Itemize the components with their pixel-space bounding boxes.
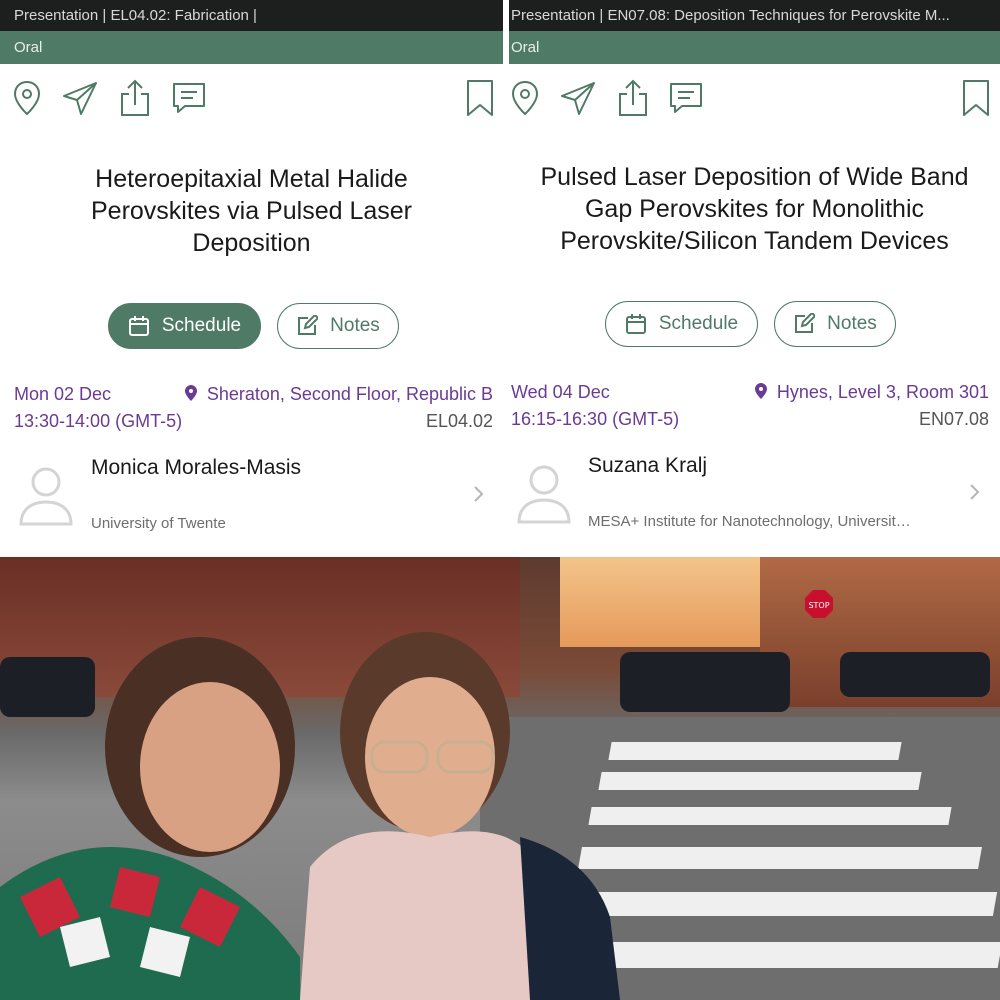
send-icon[interactable]	[62, 78, 98, 118]
session-date: Mon 02 Dec	[14, 384, 112, 404]
notes-label: Notes	[827, 313, 877, 334]
location-pin-icon	[754, 383, 767, 399]
share-icon[interactable]	[117, 78, 153, 118]
session-date: Wed 04 Dec	[511, 382, 610, 402]
speaker-name[interactable]: Suzana Kralj	[588, 454, 707, 478]
action-toolbar	[509, 64, 1000, 130]
location-pin-icon[interactable]	[509, 78, 543, 118]
schedule-label: Schedule	[161, 315, 242, 336]
parked-car	[840, 652, 990, 697]
crosswalk-stripe	[598, 772, 922, 790]
session-title: Pulsed Laser Deposition of Wide Band Gap…	[540, 163, 969, 255]
location-pin-icon	[184, 385, 197, 401]
crosswalk-stripe	[608, 742, 902, 760]
schedule-label: Schedule	[658, 313, 739, 334]
schedule-button[interactable]: Schedule	[108, 303, 261, 349]
session-code: EL04.02	[425, 411, 493, 431]
breadcrumb: Presentation | EL04.02: Fabrication |	[0, 0, 503, 31]
speaker-name[interactable]: Monica Morales-Masis	[91, 456, 301, 480]
session-location[interactable]: Sheraton, Second Floor, Republic B	[184, 384, 493, 405]
session-location[interactable]: Hynes, Level 3, Room 301	[754, 382, 989, 403]
crosswalk-stripe	[567, 942, 1000, 968]
comment-icon[interactable]	[668, 78, 704, 118]
bookmark-icon[interactable]	[958, 78, 994, 118]
location-label: Hynes, Level 3, Room 301	[776, 382, 989, 402]
avatar	[517, 465, 571, 524]
breadcrumb: Presentation | EN07.08: Deposition Techn…	[509, 0, 1000, 31]
share-icon[interactable]	[615, 78, 651, 118]
avatar	[19, 467, 73, 526]
session-card-left: Presentation | EL04.02: Fabrication | Or…	[0, 0, 503, 557]
session-title: Heteroepitaxial Metal Halide Perovskites…	[91, 165, 412, 257]
speaker-affiliation: MESA+ Institute for Nanotechnology, Univ…	[588, 513, 911, 530]
notes-label: Notes	[330, 315, 380, 336]
person-right	[300, 632, 620, 1000]
edit-icon	[795, 313, 816, 333]
session-code: EN07.08	[918, 409, 989, 429]
session-time: 16:15-16:30 (GMT-5)	[511, 409, 680, 429]
presentation-type: Oral	[509, 31, 1000, 64]
location-label: Sheraton, Second Floor, Republic B	[206, 384, 493, 404]
calendar-icon	[625, 314, 646, 334]
session-card-right: Presentation | EN07.08: Deposition Techn…	[509, 0, 1000, 557]
person-left	[0, 637, 300, 1000]
session-time: 13:30-14:00 (GMT-5)	[14, 411, 183, 431]
notes-button[interactable]: Notes	[277, 303, 399, 349]
edit-icon	[298, 315, 319, 335]
chevron-right-icon[interactable]	[969, 483, 981, 501]
comment-icon[interactable]	[171, 78, 207, 118]
bookmark-icon[interactable]	[462, 78, 498, 118]
send-icon[interactable]	[560, 78, 596, 118]
speaker-affiliation: University of Twente	[91, 515, 226, 532]
calendar-icon	[128, 316, 149, 336]
parked-car	[620, 652, 790, 712]
svg-text:STOP: STOP	[808, 601, 829, 610]
crosswalk-stripe	[578, 847, 982, 869]
chevron-right-icon[interactable]	[473, 485, 485, 503]
stop-sign: STOP	[805, 590, 833, 618]
action-toolbar	[0, 64, 503, 130]
location-pin-icon[interactable]	[9, 78, 45, 118]
crosswalk-stripe	[572, 892, 998, 916]
presentation-type: Oral	[0, 31, 503, 64]
notes-button[interactable]: Notes	[774, 301, 896, 347]
schedule-button[interactable]: Schedule	[605, 301, 758, 347]
street-selfie-photo: STOP	[0, 557, 1000, 1000]
crosswalk-stripe	[588, 807, 952, 825]
